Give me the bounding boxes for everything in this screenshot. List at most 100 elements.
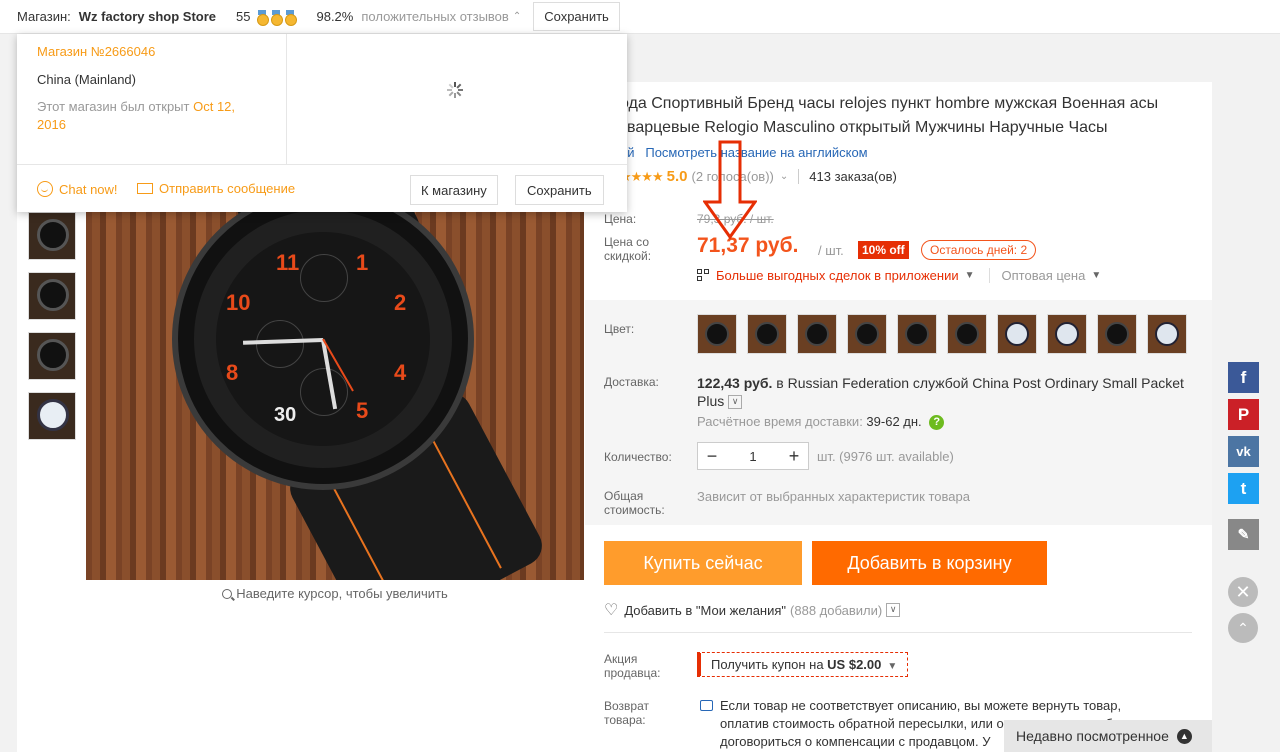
return-policy-icon: [700, 700, 713, 711]
annotation-arrow: [703, 140, 757, 240]
color-swatch[interactable]: [797, 314, 837, 354]
coupon-button[interactable]: Получить купон на US $2.00 ▼: [697, 652, 909, 677]
store-number-link[interactable]: Магазин №2666046: [37, 44, 155, 59]
store-country: China (Mainland): [37, 72, 136, 87]
popup-footer: Chat now! Отправить сообщение К магазину…: [17, 164, 627, 212]
medal-icon: [284, 9, 298, 26]
dial-numeral: 4: [394, 360, 407, 385]
color-swatch[interactable]: [847, 314, 887, 354]
returns-label: Возврат товара:: [604, 699, 649, 727]
subdial: [300, 254, 348, 302]
shipping-mid: в: [772, 375, 788, 391]
buy-now-button[interactable]: Купить сейчас: [604, 541, 802, 585]
total-label: Общая стоимость:: [604, 489, 665, 517]
coupon-prefix: Получить купон на: [711, 657, 828, 672]
plus-button[interactable]: +: [780, 446, 808, 467]
dial-numeral: 5: [356, 398, 369, 423]
wholesale-price-link[interactable]: Оптовая цена: [988, 268, 1085, 283]
envelope-icon: [137, 183, 153, 194]
twitter-share-icon[interactable]: t: [1228, 473, 1259, 504]
go-to-store-button[interactable]: К магазину: [410, 175, 498, 205]
recently-viewed-label: Недавно посмотренное: [1016, 728, 1169, 744]
store-info-popup: Магазин №2666046 China (Mainland) Этот м…: [17, 34, 627, 212]
vk-share-icon[interactable]: vk: [1228, 436, 1259, 467]
chevron-down-icon[interactable]: ⌄: [780, 171, 788, 182]
dial-numeral: 1: [356, 250, 369, 275]
chevron-up-icon: ▲: [1176, 728, 1192, 744]
quantity-input[interactable]: 1: [726, 449, 780, 464]
shipping-label: Доставка:: [604, 375, 659, 389]
scroll-top-icon[interactable]: ⌃: [1228, 613, 1258, 643]
smiley-icon: [37, 181, 53, 197]
facebook-share-icon[interactable]: f: [1228, 362, 1259, 393]
chevron-up-icon[interactable]: ⌃: [513, 11, 521, 22]
recently-viewed-bar[interactable]: Недавно посмотренное ▲: [1004, 720, 1212, 752]
qr-code-icon: [697, 269, 710, 282]
chevron-down-icon[interactable]: ∨: [728, 395, 743, 410]
help-icon[interactable]: ?: [929, 415, 945, 431]
medal-icon: [270, 9, 284, 26]
orders-count: 413 заказа(ов): [798, 169, 897, 184]
color-swatch[interactable]: [1147, 314, 1187, 354]
chevron-down-icon[interactable]: ∨: [886, 603, 901, 617]
bezel-number: 30: [274, 404, 297, 426]
edit-icon[interactable]: ✎: [1228, 519, 1259, 550]
medal-icon: [256, 9, 270, 26]
pinterest-share-icon[interactable]: P: [1228, 399, 1259, 430]
minus-button[interactable]: −: [698, 446, 726, 467]
store-label: Магазин:: [17, 9, 71, 24]
divider: [604, 632, 1192, 633]
thumbnail[interactable]: [28, 272, 76, 320]
coupon-value: US $2.00: [827, 657, 882, 672]
color-swatch[interactable]: [747, 314, 787, 354]
quantity-label: Количество:: [604, 450, 672, 464]
thumbnail[interactable]: [28, 332, 76, 380]
send-message-link[interactable]: Отправить сообщение: [137, 181, 295, 196]
color-swatch[interactable]: [997, 314, 1037, 354]
wishlist-line: ♡ Добавить в "Мои желания" (888 добавили…: [604, 600, 901, 620]
subdial: [300, 368, 348, 416]
eta-value: 39-62 дн.: [866, 414, 922, 429]
thumbnail-list: [28, 212, 76, 452]
color-swatch[interactable]: [1097, 314, 1137, 354]
add-to-wishlist-link[interactable]: Добавить в "Мои желания": [624, 603, 786, 618]
loading-spinner-icon: [447, 82, 463, 98]
app-deals-link[interactable]: Больше выгодных сделок в приложении: [716, 268, 959, 283]
save-store-popup-button[interactable]: Сохранить: [515, 175, 604, 205]
shipping-destination: Russian Federation: [787, 375, 910, 391]
quantity-stepper: − 1 +: [697, 442, 809, 470]
delivery-eta: Расчётное время доставки: 39-62 дн. ?: [697, 414, 945, 431]
magnifier-icon: [222, 589, 233, 599]
message-label: Отправить сообщение: [159, 181, 296, 196]
close-icon[interactable]: ✕: [1228, 577, 1258, 607]
caret-down-icon[interactable]: ▼: [1091, 270, 1101, 281]
store-bar: Магазин: Wz factory shop Store 55 98.2% …: [0, 0, 1280, 34]
per-unit: / шт.: [818, 243, 844, 258]
add-to-cart-button[interactable]: Добавить в корзину: [812, 541, 1047, 585]
positive-feedback-label[interactable]: положительных отзывов: [361, 9, 508, 24]
shipping-price: 122,43 руб.: [697, 375, 773, 391]
dial-numeral: 11: [276, 250, 300, 275]
thumbnail[interactable]: [28, 392, 76, 440]
color-swatch[interactable]: [897, 314, 937, 354]
store-score: 55: [236, 9, 251, 24]
save-store-button[interactable]: Сохранить: [533, 2, 620, 31]
color-swatch[interactable]: [697, 314, 737, 354]
dial-numeral: 10: [226, 290, 251, 315]
store-opened: Этот магазин был открыт Oct 12, 2016: [37, 98, 267, 134]
color-label: Цвет:: [604, 322, 635, 336]
color-swatch[interactable]: [947, 314, 987, 354]
watch-face: 11 1 10 2 8 4 5: [216, 232, 430, 446]
opened-prefix: Этот магазин был открыт: [37, 99, 194, 114]
chat-now-link[interactable]: Chat now!: [37, 181, 118, 197]
chat-label: Chat now!: [59, 181, 118, 197]
main-product-image[interactable]: 11 1 10 2 8 4 5 30: [86, 212, 584, 580]
thumbnail[interactable]: [28, 212, 76, 260]
heart-icon[interactable]: ♡: [604, 600, 618, 620]
shipping-info: 122,43 руб. в Russian Federation службой…: [697, 374, 1197, 410]
caret-down-icon[interactable]: ▼: [965, 270, 975, 281]
color-swatch[interactable]: [1047, 314, 1087, 354]
rating-line: ★★★★ 5.0 (2 голоса(ов)) ⌄ 413 заказа(ов): [620, 168, 897, 185]
seller-promo-label: Акция продавца:: [604, 652, 661, 680]
store-name-link[interactable]: Wz factory shop Store: [79, 9, 216, 24]
